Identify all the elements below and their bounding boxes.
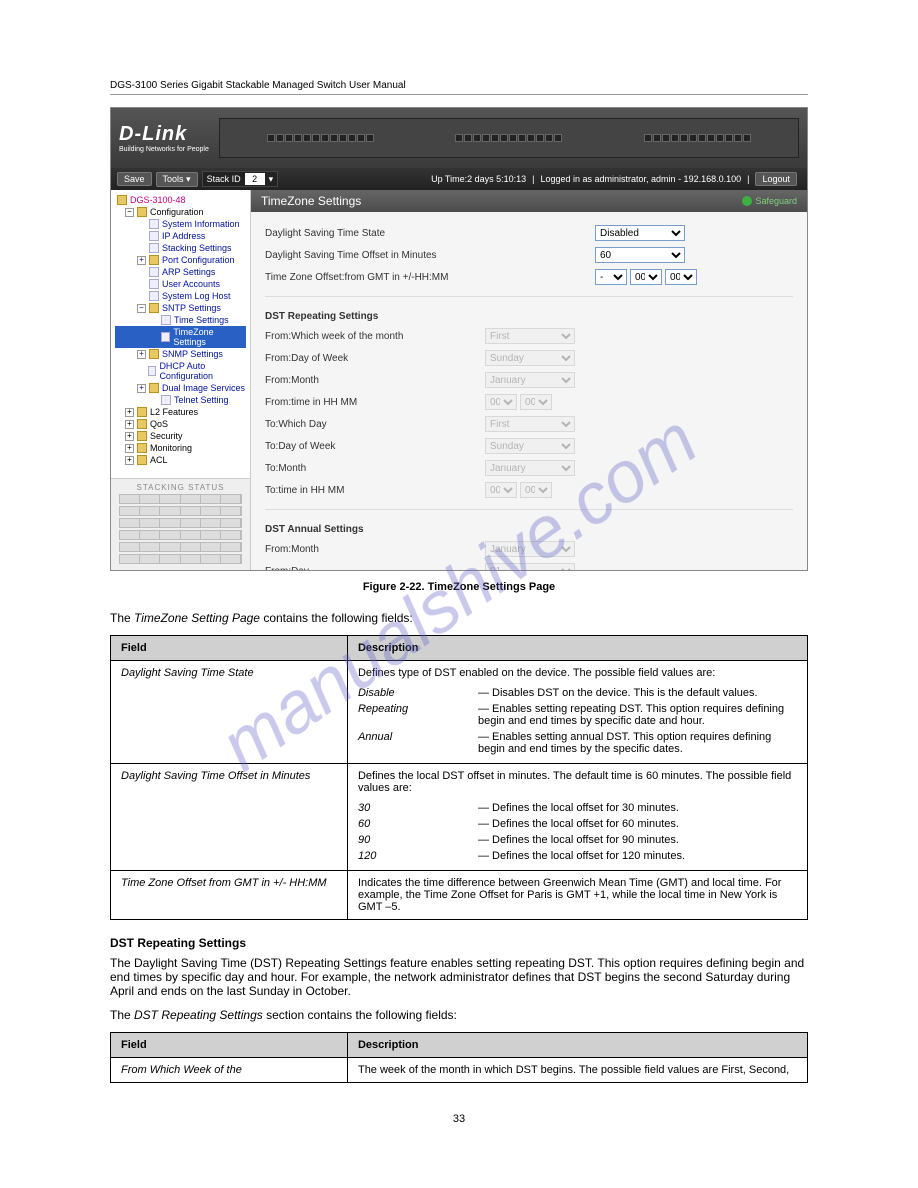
to-month-select[interactable]: January (485, 460, 575, 476)
t2-h1: Field (111, 1033, 348, 1058)
tree-security[interactable]: +Security (115, 430, 246, 442)
fields-table-2: FieldDescription From Which Week of the … (110, 1032, 808, 1083)
to-hh-select[interactable]: 00 (485, 482, 517, 498)
tree-arp-settings[interactable]: ARP Settings (115, 266, 246, 278)
toolbar: Save Tools ▾ Stack ID ▾ Up Time:2 days 5… (111, 168, 807, 190)
to-dow-label: To:Day of Week (265, 441, 485, 452)
tree-stacking-settings[interactable]: Stacking Settings (115, 242, 246, 254)
tree-sntp-settings[interactable]: −SNTP Settings (115, 302, 246, 314)
page-number: 33 (110, 1113, 808, 1125)
tree-root[interactable]: DGS-3100-48 (115, 194, 246, 206)
section2-heading: DST Repeating Settings (110, 936, 808, 950)
t1-h2: Description (347, 636, 807, 661)
a-from-month-select[interactable]: January (485, 541, 575, 557)
from-month-label: From:Month (265, 375, 485, 386)
dst-state-label: Daylight Saving Time State (265, 228, 485, 239)
tools-button[interactable]: Tools ▾ (156, 172, 198, 187)
device-header: D-Link Building Networks for People (111, 108, 807, 168)
tree-timezone-settings[interactable]: TimeZone Settings (115, 326, 246, 348)
tree-system-log-host[interactable]: System Log Host (115, 290, 246, 302)
doc-header: DGS-3100 Series Gigabit Stackable Manage… (110, 80, 808, 95)
tz-sign-select[interactable]: - (595, 269, 627, 285)
t2-r1-name: From Which Week of the (111, 1058, 348, 1083)
to-mm-select[interactable]: 00 (520, 482, 552, 498)
from-week-label: From:Which week of the month (265, 331, 485, 342)
safeguard-badge: Safeguard (742, 196, 797, 206)
tree-snmp-settings[interactable]: +SNMP Settings (115, 348, 246, 360)
panel-title: TimeZone Settings (261, 194, 361, 208)
from-mm-select[interactable]: 00 (520, 394, 552, 410)
from-dow-label: From:Day of Week (265, 353, 485, 364)
tz-mm-select[interactable]: 00 (665, 269, 697, 285)
to-month-label: To:Month (265, 463, 485, 474)
to-dow-select[interactable]: Sunday (485, 438, 575, 454)
tree-qos[interactable]: +QoS (115, 418, 246, 430)
fields-table-1: FieldDescription Daylight Saving Time St… (110, 635, 808, 920)
t1-r2-name: Daylight Saving Time Offset in Minutes (111, 764, 348, 871)
figure-caption: Figure 2-22. TimeZone Settings Page (110, 581, 808, 593)
t1-r1-desc: Defines type of DST enabled on the devic… (347, 661, 807, 764)
logout-button[interactable]: Logout (755, 172, 797, 186)
tree-time-settings[interactable]: Time Settings (115, 314, 246, 326)
tree-system-information[interactable]: System Information (115, 218, 246, 230)
t2-r1-desc: The week of the month in which DST begin… (347, 1058, 807, 1083)
a-from-month-label: From:Month (265, 544, 485, 555)
screenshot-ui: D-Link Building Networks for People Save… (110, 107, 808, 571)
repeating-section-title: DST Repeating Settings (265, 305, 793, 325)
tree-ip-address[interactable]: IP Address (115, 230, 246, 242)
to-week-select[interactable]: First (485, 416, 575, 432)
tree-dhcp-auto-config[interactable]: DHCP Auto Configuration (115, 360, 246, 382)
stacking-status-panel: STACKING STATUS (111, 478, 250, 570)
annual-section-title: DST Annual Settings (265, 518, 793, 538)
t1-h1: Field (111, 636, 348, 661)
to-time-label: To:time in HH MM (265, 485, 485, 496)
stack-id-selector[interactable]: Stack ID ▾ (202, 171, 279, 187)
t1-r3-desc: Indicates the time difference between Gr… (347, 871, 807, 920)
stack-id-input[interactable] (245, 173, 265, 185)
device-ports-graphic (219, 118, 799, 158)
login-info: Logged in as administrator, admin - 192.… (540, 174, 741, 184)
uptime-label: Up Time:2 days 5:10:13 (431, 174, 526, 184)
t1-r2-desc: Defines the local DST offset in minutes.… (347, 764, 807, 871)
tree-configuration[interactable]: −Configuration (115, 206, 246, 218)
content-panel: TimeZone Settings Safeguard Daylight Sav… (251, 190, 807, 570)
from-time-label: From:time in HH MM (265, 397, 485, 408)
save-button[interactable]: Save (117, 172, 152, 186)
tree-l2-features[interactable]: +L2 Features (115, 406, 246, 418)
a-from-day-label: From:Day (265, 566, 485, 571)
table2-intro: The DST Repeating Settings section conta… (110, 1008, 808, 1022)
brand-logo: D-Link (119, 123, 209, 146)
dst-state-select[interactable]: Disabled (595, 225, 685, 241)
a-from-day-select[interactable]: 01 (485, 563, 575, 570)
tree-acl[interactable]: +ACL (115, 454, 246, 466)
tree-dual-image-services[interactable]: +Dual Image Services (115, 382, 246, 394)
tree-port-configuration[interactable]: +Port Configuration (115, 254, 246, 266)
tree-telnet-setting[interactable]: Telnet Setting (115, 394, 246, 406)
tz-offset-label: Time Zone Offset:from GMT in +/-HH:MM (265, 272, 485, 283)
from-week-select[interactable]: First (485, 328, 575, 344)
t1-r1-name: Daylight Saving Time State (111, 661, 348, 764)
from-month-select[interactable]: January (485, 372, 575, 388)
nav-sidebar: DGS-3100-48 −Configuration System Inform… (111, 190, 251, 570)
from-hh-select[interactable]: 00 (485, 394, 517, 410)
section2-text: The Daylight Saving Time (DST) Repeating… (110, 956, 808, 998)
to-week-label: To:Which Day (265, 419, 485, 430)
tz-hh-select[interactable]: 00 (630, 269, 662, 285)
dst-offset-label: Daylight Saving Time Offset in Minutes (265, 250, 485, 261)
from-dow-select[interactable]: Sunday (485, 350, 575, 366)
tree-monitoring[interactable]: +Monitoring (115, 442, 246, 454)
tree-user-accounts[interactable]: User Accounts (115, 278, 246, 290)
t2-h2: Description (347, 1033, 807, 1058)
dst-offset-select[interactable]: 60 (595, 247, 685, 263)
table1-intro: The TimeZone Setting Page contains the f… (110, 611, 808, 625)
t1-r3-name: Time Zone Offset from GMT in +/- HH:MM (111, 871, 348, 920)
brand-tagline: Building Networks for People (119, 146, 209, 153)
